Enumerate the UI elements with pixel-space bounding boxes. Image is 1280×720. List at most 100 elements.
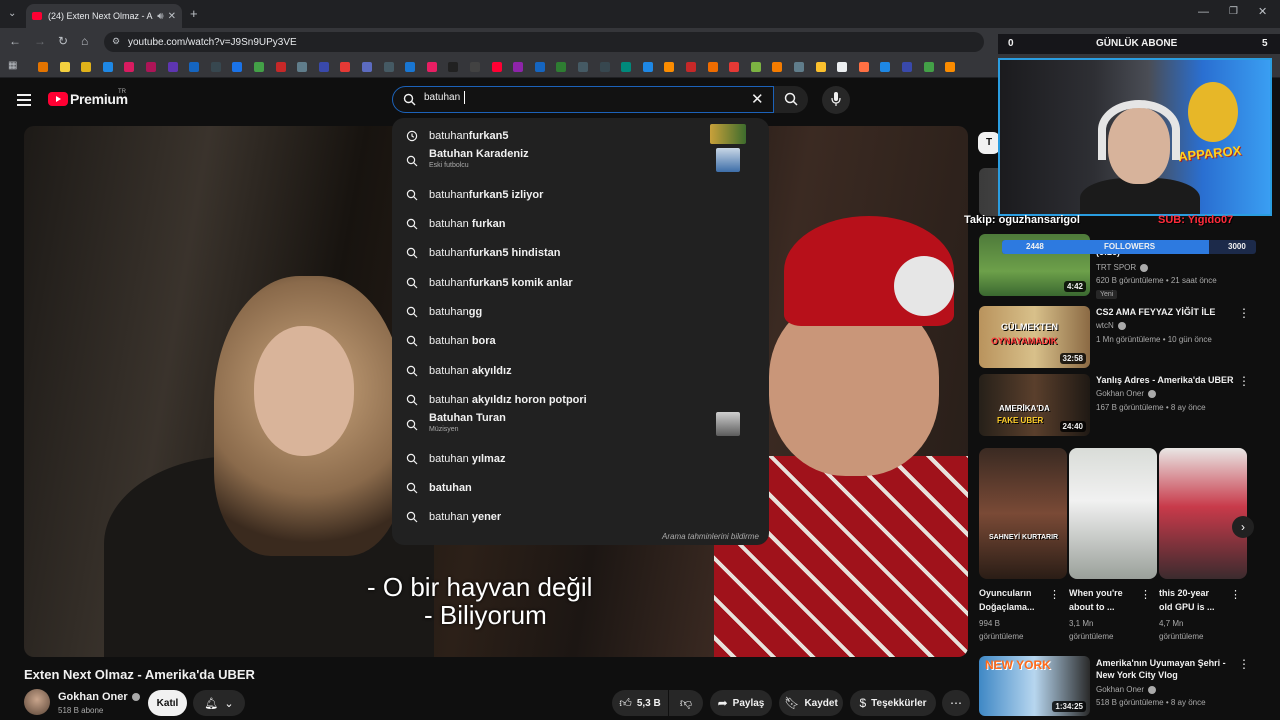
related-channel[interactable]: Gokhan Oner	[1096, 389, 1157, 398]
bookmark-favicon-icon[interactable]	[146, 62, 156, 72]
bookmark-favicon-icon[interactable]	[189, 62, 200, 72]
restore-icon[interactable]: ❐	[1229, 6, 1238, 17]
window-close-icon[interactable]: ✕	[1258, 5, 1267, 18]
short-title[interactable]: When you're about to ...	[1069, 586, 1135, 614]
url-bar[interactable]: ⚙ youtube.com/watch?v=J9Sn9UPy3VE	[104, 32, 984, 52]
bookmark-favicon-icon[interactable]	[534, 62, 545, 72]
short-thumbnail[interactable]	[1069, 448, 1157, 579]
bookmark-favicon-icon[interactable]	[318, 62, 329, 72]
search-suggestion[interactable]: batuhan akyıldız horon potpori	[392, 385, 769, 413]
forward-icon[interactable]: →	[34, 34, 46, 48]
tab-close-icon[interactable]: ✕	[168, 11, 176, 22]
related-title[interactable]: Amerika'nın Uyumayan Şehri - New York Ci…	[1096, 657, 1236, 681]
bookmark-favicon-icon[interactable]	[858, 62, 869, 72]
related-thumbnail[interactable]: NEW YORK 1:34:25	[979, 656, 1090, 716]
bookmark-favicon-icon[interactable]	[880, 62, 891, 72]
short-thumbnail[interactable]: SAHNEYİ KURTARIR	[979, 448, 1067, 579]
like-button[interactable]: 👍︎ 5,3 B	[612, 690, 668, 716]
share-button[interactable]: ➦ Paylaş	[710, 690, 772, 716]
search-suggestion[interactable]: Batuhan Turan Müzisyen	[392, 410, 769, 438]
search-suggestion[interactable]: batuhangg	[392, 297, 769, 325]
thanks-button[interactable]: $ Teşekkürler	[850, 690, 936, 716]
bookmark-favicon-icon[interactable]	[491, 62, 502, 72]
apps-grid-icon[interactable]: ▦	[8, 60, 17, 71]
short-title[interactable]: this 20-year old GPU is ...	[1159, 586, 1225, 614]
more-vertical-icon[interactable]: ⋮	[1238, 374, 1250, 388]
search-button[interactable]	[774, 86, 808, 113]
bookmark-favicon-icon[interactable]	[102, 62, 113, 72]
related-channel[interactable]: wtcN	[1096, 321, 1126, 330]
more-vertical-icon[interactable]: ⋮	[1238, 306, 1250, 320]
bookmark-favicon-icon[interactable]	[362, 62, 372, 72]
more-vertical-icon[interactable]: ⋮	[1140, 588, 1151, 601]
bookmark-favicon-icon[interactable]	[794, 62, 804, 72]
bookmark-favicon-icon[interactable]	[837, 62, 848, 72]
voice-search-button[interactable]	[822, 86, 850, 114]
reload-icon[interactable]: ↻	[58, 34, 68, 48]
bookmark-favicon-icon[interactable]	[621, 62, 632, 72]
search-suggestion[interactable]: batuhan	[392, 473, 769, 501]
bookmark-favicon-icon[interactable]	[448, 62, 459, 72]
bookmark-favicon-icon[interactable]	[297, 62, 308, 72]
home-icon[interactable]: ⌂	[81, 34, 88, 48]
browser-tab[interactable]: (24) Exten Next Olmaz - Am 🔊︎ ✕	[26, 4, 182, 28]
related-thumbnail[interactable]: AMERİKA'DA FAKE UBER 24:40	[979, 374, 1090, 436]
bookmark-favicon-icon[interactable]	[686, 62, 696, 72]
notification-bell-button[interactable]: 🔔︎ ⌄	[193, 690, 245, 716]
bookmark-favicon-icon[interactable]	[232, 62, 243, 72]
bookmark-favicon-icon[interactable]	[772, 62, 783, 72]
bookmark-favicon-icon[interactable]	[707, 62, 718, 72]
minimize-icon[interactable]: —	[1198, 6, 1209, 18]
related-title[interactable]: CS2 AMA FEYYAZ YİĞİT İLE	[1096, 306, 1236, 318]
bookmark-favicon-icon[interactable]	[383, 62, 394, 72]
filter-chip-all[interactable]: T	[978, 132, 1000, 154]
bookmark-favicon-icon[interactable]	[729, 62, 740, 72]
search-suggestion[interactable]: Batuhan Karadeniz Eski futbolcu	[392, 146, 769, 174]
channel-name[interactable]: Gokhan Oner	[58, 691, 140, 703]
bookmark-favicon-icon[interactable]	[254, 62, 264, 72]
bookmark-favicon-icon[interactable]	[405, 62, 416, 72]
back-icon[interactable]: ←	[9, 34, 21, 48]
bookmark-favicon-icon[interactable]	[513, 62, 524, 72]
search-input[interactable]: batuhan	[424, 92, 460, 103]
bookmark-favicon-icon[interactable]	[275, 62, 286, 72]
search-suggestion[interactable]: batuhan yener	[392, 502, 769, 530]
bookmark-favicon-icon[interactable]	[210, 62, 221, 72]
related-channel[interactable]: TRT SPOR	[1096, 263, 1149, 272]
related-channel[interactable]: Gokhan Oner	[1096, 685, 1157, 694]
bookmark-favicon-icon[interactable]	[902, 62, 912, 72]
search-suggestion[interactable]: batuhanfurkan5 komik anlar	[392, 268, 769, 296]
related-title[interactable]: Yanlış Adres - Amerika'da UBER	[1096, 374, 1236, 386]
bookmark-favicon-icon[interactable]	[599, 62, 610, 72]
search-suggestion[interactable]: batuhanfurkan5	[392, 121, 769, 149]
more-vertical-icon[interactable]: ⋮	[1230, 588, 1241, 601]
short-thumbnail[interactable]	[1159, 448, 1247, 579]
bookmark-favicon-icon[interactable]	[470, 62, 480, 72]
bookmark-favicon-icon[interactable]	[59, 62, 70, 72]
new-tab-icon[interactable]: +	[190, 6, 198, 21]
search-suggestion[interactable]: batuhan bora	[392, 326, 769, 354]
search-suggestion[interactable]: batuhan yılmaz	[392, 444, 769, 472]
join-button[interactable]: Katıl	[148, 690, 187, 716]
more-vertical-icon[interactable]: ⋮	[1049, 588, 1060, 601]
bookmark-favicon-icon[interactable]	[556, 62, 567, 72]
bookmark-favicon-icon[interactable]	[81, 62, 92, 72]
bookmark-favicon-icon[interactable]	[923, 62, 934, 72]
more-actions-button[interactable]: ⋯	[942, 690, 970, 716]
search-suggestion[interactable]: batuhan furkan	[392, 209, 769, 237]
search-suggestion[interactable]: batuhanfurkan5 hindistan	[392, 238, 769, 266]
bookmark-favicon-icon[interactable]	[38, 62, 48, 72]
youtube-logo-icon[interactable]	[48, 92, 68, 106]
more-vertical-icon[interactable]: ⋮	[1238, 657, 1250, 671]
related-thumbnail[interactable]: GÜLMEKTEN OYNAYAMADIK 32:58	[979, 306, 1090, 368]
hamburger-menu-icon[interactable]	[17, 94, 31, 106]
bookmark-favicon-icon[interactable]	[340, 62, 351, 72]
shorts-next-icon[interactable]: ›	[1232, 516, 1254, 538]
dislike-button[interactable]: 👎︎	[669, 690, 703, 716]
bookmark-favicon-icon[interactable]	[426, 62, 437, 72]
clear-search-icon[interactable]: ✕	[751, 90, 764, 108]
site-info-icon[interactable]: ⚙	[112, 36, 120, 47]
bookmark-favicon-icon[interactable]	[945, 62, 956, 72]
search-suggestion[interactable]: batuhanfurkan5 izliyor	[392, 180, 769, 208]
report-predictions-link[interactable]: Arama tahminlerini bildirme	[662, 532, 759, 541]
